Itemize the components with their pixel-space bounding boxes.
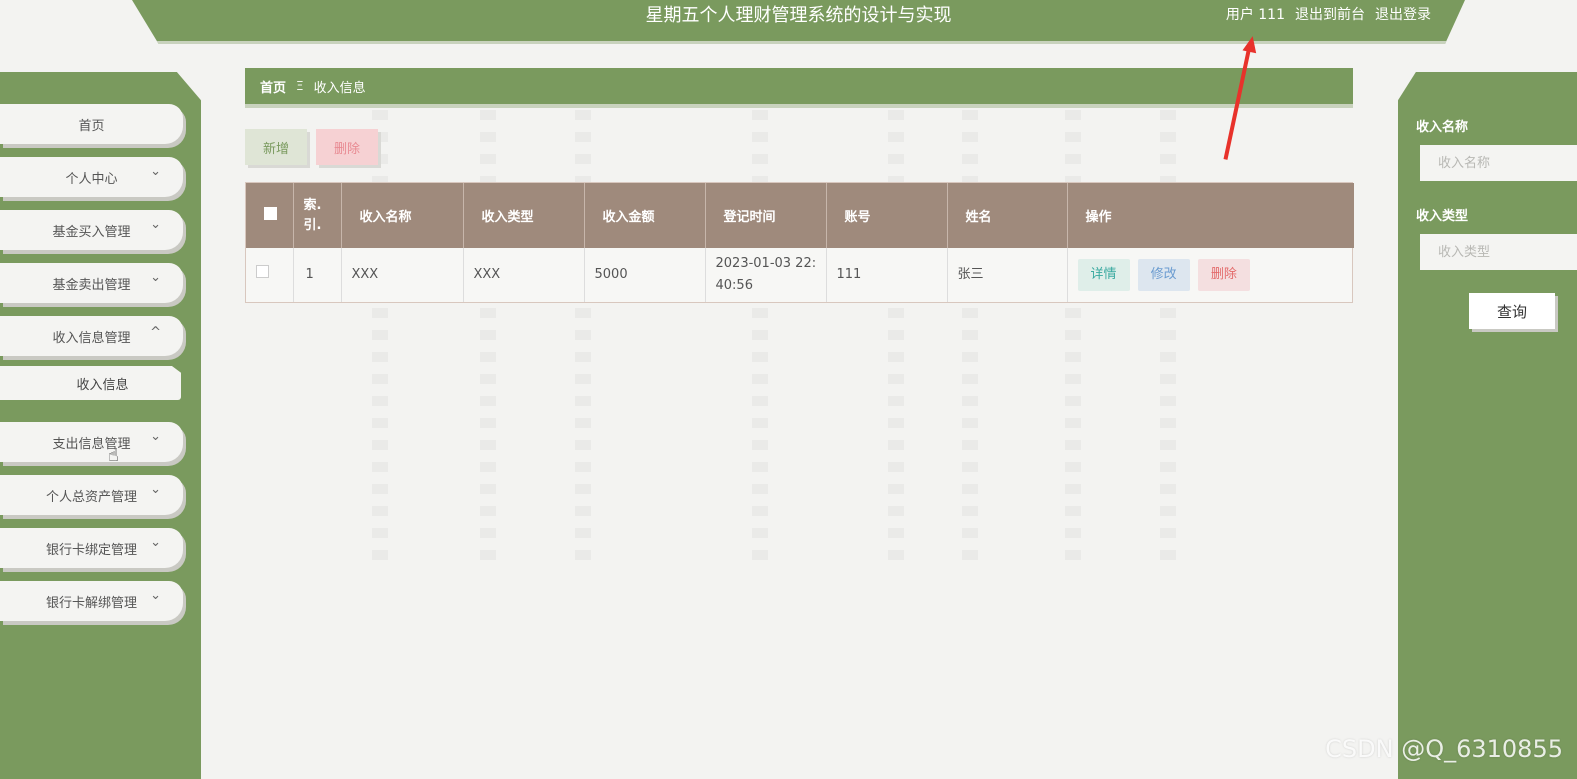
top-header: 星期五个人理财管理系统的设计与实现 用户 111 退出到前台 退出登录	[132, 0, 1465, 44]
column-header-name[interactable]: 收入名称	[341, 183, 464, 248]
search-panel: 收入名称 收入类型 查询	[1398, 72, 1577, 779]
current-user: 用户 111	[1225, 7, 1285, 23]
sidebar-item-card-unbind[interactable]: 银行卡解绑管理 ⌄	[0, 581, 183, 621]
edit-button[interactable]: 修改	[1137, 259, 1190, 291]
column-header-amount[interactable]: 收入金额	[584, 183, 706, 248]
sidebar-item-income-management[interactable]: 收入信息管理 ^	[0, 316, 183, 356]
sidebar-item-label: 首页	[78, 118, 105, 134]
column-header-type[interactable]: 收入类型	[463, 183, 585, 248]
column-header-index: 索. 引.	[293, 183, 342, 248]
row-select-cell	[246, 248, 294, 302]
cell-amount: 5000	[584, 248, 706, 302]
detail-button[interactable]: 详情	[1077, 259, 1130, 291]
delete-row-button[interactable]: 删除	[1197, 259, 1250, 291]
sidebar-item-personal-center[interactable]: 个人中心 ⌄	[0, 157, 183, 197]
cell-type: XXX	[463, 248, 585, 302]
background-decoration	[1160, 110, 1176, 570]
table-row: 1 XXX XXX 5000 2023-01-03 22:40:56 111 张…	[246, 248, 1354, 302]
background-decoration	[480, 110, 496, 570]
add-button[interactable]: 新增	[245, 129, 308, 165]
income-type-input[interactable]	[1420, 234, 1577, 270]
chevron-down-icon: ⌄	[150, 588, 161, 603]
cell-account: 111	[826, 248, 948, 302]
income-name-label: 收入名称	[1416, 120, 1469, 135]
column-header-account[interactable]: 账号	[826, 183, 948, 248]
table-header-row: 索. 引. 收入名称 收入类型 收入金额 登记时间 账号 姓名 操作	[246, 183, 1354, 248]
chevron-down-icon: ⌄	[150, 164, 161, 179]
chevron-up-icon: ^	[150, 325, 161, 340]
sidebar-item-home[interactable]: 首页	[0, 104, 183, 144]
sidebar-menu: 首页 个人中心 ⌄ 基金买入管理 ⌄ 基金卖出管理 ⌄ 收入信息管理 ^ 收入信…	[0, 104, 186, 634]
column-header-actions: 操作	[1067, 183, 1354, 248]
background-decoration	[888, 110, 904, 570]
sidebar-item-card-bind[interactable]: 银行卡绑定管理 ⌄	[0, 528, 183, 568]
toolbar: 新增 删除	[245, 129, 379, 165]
breadcrumb-separator-icon: Ξ	[296, 79, 304, 93]
query-button[interactable]: 查询	[1469, 293, 1555, 329]
sidebar-item-label: 银行卡绑定管理	[45, 542, 137, 558]
logout-link[interactable]: 退出登录	[1375, 4, 1431, 26]
background-decoration	[752, 110, 768, 570]
sidebar-item-label: 收入信息	[76, 377, 129, 393]
cell-index: 1	[293, 248, 342, 302]
breadcrumb-home[interactable]: 首页	[260, 77, 286, 96]
user-links: 用户 111 退出到前台 退出登录	[1226, 4, 1431, 26]
watermark: CSDN @Q_6310855	[1325, 735, 1563, 763]
chevron-down-icon: ⌄	[150, 217, 161, 232]
cell-name: XXX	[341, 248, 464, 302]
background-decoration	[372, 110, 388, 570]
bulk-delete-button[interactable]: 删除	[316, 129, 379, 165]
sidebar-item-total-assets[interactable]: 个人总资产管理 ⌄	[0, 475, 183, 515]
sidebar: 首页 个人中心 ⌄ 基金买入管理 ⌄ 基金卖出管理 ⌄ 收入信息管理 ^ 收入信…	[0, 72, 201, 779]
column-header-time[interactable]: 登记时间	[705, 183, 827, 248]
column-header-person[interactable]: 姓名	[947, 183, 1068, 248]
income-table: 索. 引. 收入名称 收入类型 收入金额 登记时间 账号 姓名 操作 1 XXX…	[245, 182, 1354, 303]
sidebar-subitem-income-info[interactable]: 收入信息	[0, 366, 181, 400]
sidebar-item-expense-management[interactable]: 支出信息管理 ⌄	[0, 422, 183, 462]
background-decoration	[962, 110, 978, 570]
chevron-down-icon: ⌄	[150, 270, 161, 285]
sidebar-item-fund-sell[interactable]: 基金卖出管理 ⌄	[0, 263, 183, 303]
chevron-down-icon: ⌄	[150, 535, 161, 550]
background-decoration	[1065, 110, 1081, 570]
income-name-input[interactable]	[1420, 145, 1577, 181]
hand-cursor-icon: ☝	[108, 445, 119, 466]
sidebar-item-label: 基金卖出管理	[52, 277, 131, 293]
chevron-down-icon: ⌄	[150, 429, 161, 444]
chevron-down-icon: ⌄	[150, 482, 161, 497]
sidebar-item-label: 基金买入管理	[52, 224, 131, 240]
sidebar-item-label: 个人中心	[65, 171, 118, 187]
income-type-label: 收入类型	[1416, 209, 1469, 224]
background-decoration	[575, 110, 591, 570]
cell-time: 2023-01-03 22:40:56	[705, 248, 827, 302]
row-checkbox[interactable]	[256, 265, 269, 278]
sidebar-item-label: 个人总资产管理	[45, 489, 137, 505]
sidebar-item-fund-buy[interactable]: 基金买入管理 ⌄	[0, 210, 183, 250]
select-all-header	[246, 183, 294, 248]
cell-actions: 详情 修改 删除	[1067, 248, 1354, 302]
exit-to-front-link[interactable]: 退出到前台	[1295, 4, 1365, 26]
sidebar-item-label: 银行卡解绑管理	[45, 595, 137, 611]
select-all-checkbox[interactable]	[264, 207, 277, 220]
breadcrumb: 首页 Ξ 收入信息	[245, 68, 1353, 108]
sidebar-item-label: 收入信息管理	[52, 330, 131, 346]
cell-person: 张三	[947, 248, 1068, 302]
breadcrumb-current: 收入信息	[313, 80, 366, 96]
